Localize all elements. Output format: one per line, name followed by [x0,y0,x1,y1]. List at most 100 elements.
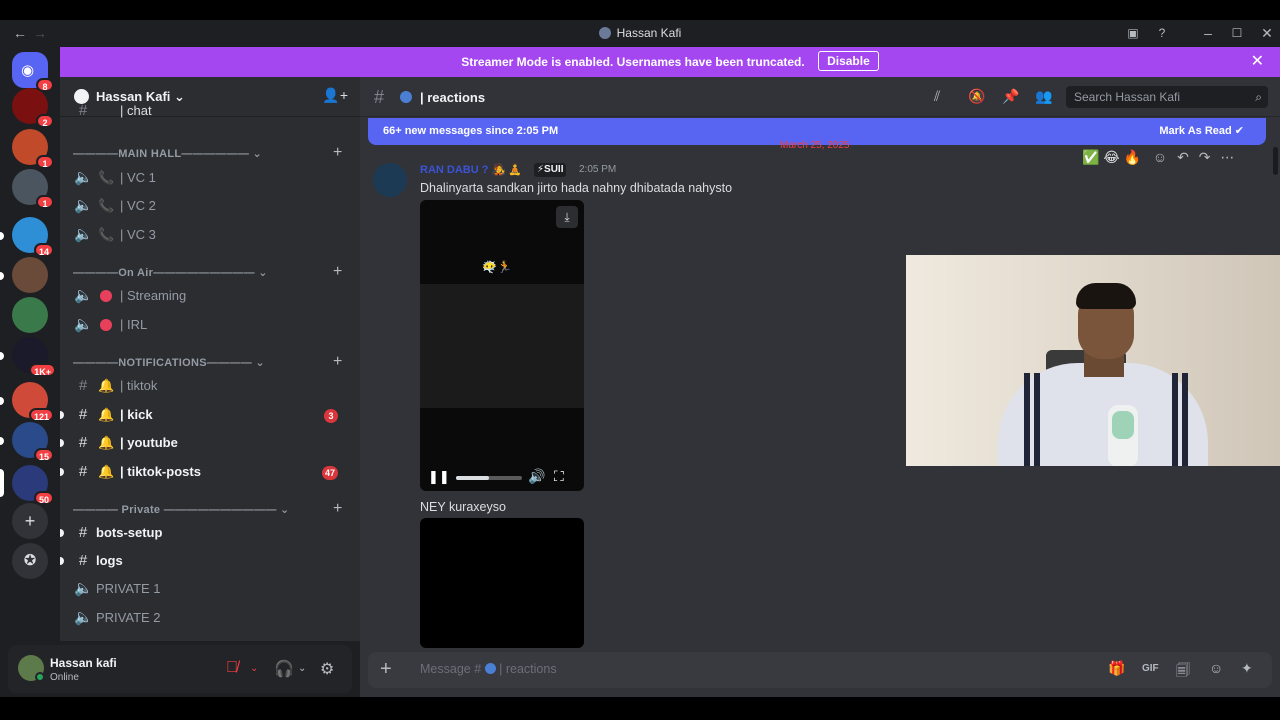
forward-icon[interactable]: ↷ [1199,149,1211,165]
member-list-icon[interactable]: 👥 [1035,88,1052,105]
channel-label: PRIVATE 2 [96,610,161,625]
server-icon[interactable]: 14 [12,217,54,257]
disable-button[interactable]: Disable [818,51,879,71]
category-private[interactable]: ———— Private —————————— ⌄ + [73,500,342,517]
discover-icon[interactable]: ✪ [12,543,48,579]
inbox-icon[interactable]: ▣ [1122,20,1144,47]
channel-label: | tiktok-posts [120,464,201,479]
maximize-icon[interactable]: ☐ [1226,20,1248,47]
scrollbar-thumb[interactable] [1273,147,1278,175]
phone-icon: 📞 [98,198,115,213]
gear-icon[interactable]: ⚙ [320,659,334,679]
category-notifications[interactable]: ————NOTIFICATIONS———— ⌄ + [73,353,342,370]
channel-youtube[interactable]: # 🔔 | youtube [60,430,352,456]
pin-icon[interactable]: 📌 [1002,88,1019,105]
video-progress-bar[interactable] [456,476,522,480]
mic-muted-icon[interactable]: 🎙̸ [226,659,238,677]
channel-private-2[interactable]: 🔈 PRIVATE 2 [68,605,352,631]
mark-as-read-button[interactable]: Mark As Read ✔ [1159,118,1244,145]
message-text: Dhalinyarta sandkan jirto hada nahny dhi… [420,181,733,195]
server-badge: 2 [36,114,54,128]
channel-vc2[interactable]: 🔈 📞 | VC 2 [68,193,352,219]
gift-icon[interactable]: 🎁 [1108,660,1125,677]
channel-vc3[interactable]: 🔈 📞 | VC 3 [68,222,352,248]
phone-icon: 📞 [98,170,115,185]
home-button[interactable]: ◉ 8 [12,52,54,92]
server-icon[interactable]: 15 [12,422,54,462]
red-circle-icon [98,312,114,338]
notification-muted-icon[interactable]: 🔕 [968,88,985,105]
gif-icon[interactable]: GIF [1142,663,1159,674]
server-icon[interactable]: 2 [12,88,54,128]
chevron-down-icon[interactable]: ⌄ [250,663,258,674]
chevron-down-icon[interactable]: ⌄ [298,663,306,674]
video-player[interactable] [420,518,584,648]
pause-icon[interactable]: ❚❚ [428,469,450,485]
search-input[interactable]: Search Hassan Kafi ⌕ [1066,86,1268,108]
unread-pill [0,437,4,445]
channel-label: | VC 2 [120,198,156,213]
add-channel-icon[interactable]: + [333,144,343,162]
server-icon[interactable]: 50 [12,465,54,505]
server-icon[interactable] [12,257,48,293]
reply-icon[interactable]: ↶ [1177,149,1189,165]
server-tag[interactable]: ⚡SUII [534,163,567,177]
message-composer[interactable]: + Message # | reactions 🎁 GIF 🗐 ☺ ✦ [368,652,1272,688]
add-channel-icon[interactable]: + [333,263,343,281]
reaction-laugh[interactable]: 😂 [1103,149,1119,165]
close-window-icon[interactable]: ✕ [1256,20,1278,47]
channel-label: bots-setup [96,525,163,540]
channel-bots-setup[interactable]: # bots-setup [60,520,352,546]
server-icon[interactable]: 1 [12,129,54,169]
user-status: Online [50,672,79,683]
user-name[interactable]: Hassan kafi [50,656,117,670]
add-server-icon[interactable]: + [12,503,48,539]
emoji-icon[interactable]: ☺ [1209,660,1223,676]
channel-private-1[interactable]: 🔈 PRIVATE 1 [68,576,352,602]
message-author[interactable]: RAN DABU ? 🧑‍🎤 🧘 [420,163,522,176]
category-on-air[interactable]: ————On Air————————— ⌄ + [73,263,342,280]
guild-icon [598,27,611,39]
server-icon[interactable] [12,297,48,333]
more-icon[interactable]: ⋯ [1220,149,1234,165]
channel-label: | chat [120,104,152,118]
unread-pill [0,272,4,280]
minimize-icon[interactable]: – [1197,20,1219,47]
message-avatar[interactable] [373,163,407,197]
channel-chat[interactable]: # | chat [68,104,352,118]
channel-streaming[interactable]: 🔈 | Streaming [68,283,352,309]
webcam-overlay [906,255,1280,466]
channel-irl[interactable]: 🔈 | IRL [68,312,352,338]
sticker-icon[interactable]: 🗐 [1176,660,1190,684]
reaction-fire[interactable]: 🔥 [1124,149,1141,165]
red-circle-icon [98,283,114,309]
help-icon[interactable]: ? [1151,20,1173,47]
close-icon[interactable]: ✕ [1251,47,1264,77]
server-icon[interactable]: 1 [12,169,54,209]
threads-icon[interactable]: ⫽ [934,88,940,105]
invite-people-icon[interactable]: 👤+ [322,87,348,104]
channel-kick[interactable]: # 🔔 | kick 3 [60,402,352,428]
mention-badge: 47 [321,466,338,480]
volume-icon[interactable]: 🔊 [528,468,545,485]
channel-logs[interactable]: # logs [60,548,352,574]
category-label: ————MAIN HALL—————— [73,148,250,160]
server-icon[interactable]: 1K+ [12,337,56,377]
channel-tiktok[interactable]: # 🔔 | tiktok [68,373,352,399]
channel-tiktok-posts[interactable]: # 🔔 | tiktok-posts 47 [60,459,352,485]
video-player[interactable]: ⤓ 😶‍🌫️🏃 ❚❚ 🔊 ⛶ [420,200,584,491]
download-icon[interactable]: ⤓ [556,206,578,228]
category-main-hall[interactable]: ————MAIN HALL—————— ⌄ + [73,144,342,161]
add-reaction-icon[interactable]: ☺ [1153,149,1167,165]
headphones-icon[interactable]: 🎧 [274,659,294,679]
apps-icon[interactable]: ✦ [1241,660,1253,677]
add-channel-icon[interactable]: + [333,353,343,371]
speaker-icon: 🔈 [74,169,93,186]
channel-vc1[interactable]: 🔈 📞 | VC 1 [68,165,352,191]
add-channel-icon[interactable]: + [333,500,343,518]
plus-icon[interactable]: + [380,658,392,681]
fullscreen-icon[interactable]: ⛶ [554,468,564,485]
reaction-check[interactable]: ✅ [1082,149,1099,165]
unread-pip [60,439,64,447]
server-icon[interactable]: 121 [12,382,54,422]
